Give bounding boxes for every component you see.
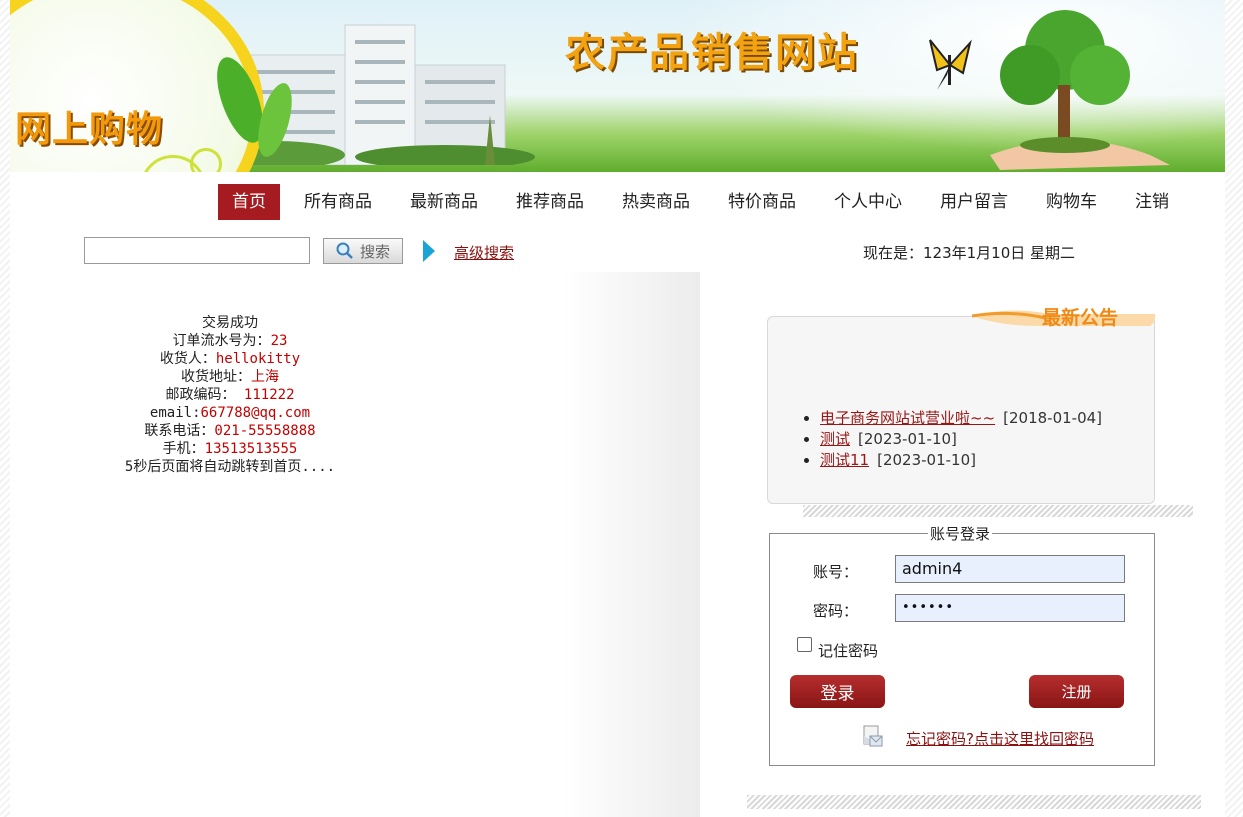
announcement-item: 电子商务网站试营业啦~~ [2018-01-04] [820, 408, 1102, 429]
announcement-date: [2023-01-10] [877, 451, 976, 469]
order-result-panel: 交易成功 订单流水号为：23 收货人：hellokitty 收货地址：上海 邮政… [10, 272, 700, 817]
remember-label: 记住密码 [818, 642, 879, 660]
current-date: 现在是：123年1月10日 星期二 [863, 244, 1076, 262]
remember-checkbox[interactable] [797, 637, 812, 652]
redirect-note: 5秒后页面将自动跳转到首页.... [124, 459, 336, 475]
mobile: 13513513555 [204, 441, 298, 457]
order-number: 23 [270, 333, 288, 349]
nav-item-new-products[interactable]: 最新商品 [396, 184, 492, 220]
receipt-order-row: 订单流水号为：23 [172, 333, 288, 349]
nav-item-home[interactable]: 首页 [218, 184, 280, 220]
receipt-receiver-row: 收货人：hellokitty [159, 351, 301, 367]
receipt-phone-row: 联系电话：021-55558888 [144, 423, 316, 439]
announcement-title: 最新公告 [1042, 307, 1119, 329]
arrow-right-icon [423, 240, 435, 262]
search-button[interactable]: 搜索 [323, 238, 403, 264]
nav-item-messages[interactable]: 用户留言 [926, 184, 1022, 220]
advanced-search-link[interactable]: 高级搜索 [454, 242, 514, 263]
page: 网上购物 农产品销售网站 首页 所有商品 最新商品 推荐商品 热卖商品 特价商品… [10, 0, 1225, 817]
password-label: 密码： [813, 602, 859, 620]
nav-item-logout[interactable]: 注销 [1121, 184, 1183, 220]
receipt-mobile-row: 手机：13513513555 [162, 441, 298, 457]
nav-item-special-price[interactable]: 特价商品 [714, 184, 810, 220]
receipt-address-row: 收货地址：上海 [181, 369, 279, 385]
receipt-title: 交易成功 [202, 315, 258, 331]
order-receipt: 交易成功 订单流水号为：23 收货人：hellokitty 收货地址：上海 邮政… [10, 314, 450, 476]
nav-item-all-products[interactable]: 所有商品 [290, 184, 386, 220]
email: 667788@qq.com [200, 405, 311, 421]
receipt-email-row: email:667788@qq.com [149, 405, 311, 421]
magnifier-icon [336, 242, 353, 259]
site-title: 农产品销售网站 [565, 30, 859, 76]
announcement-item: 测试11 [2023-01-10] [820, 450, 1102, 471]
account-label: 账号： [813, 563, 859, 581]
announcement-date: [2023-01-10] [858, 430, 957, 448]
announcement-link[interactable]: 电子商务网站试营业啦~~ [820, 409, 995, 427]
mail-icon [863, 725, 883, 747]
phone: 021-55558888 [214, 423, 316, 439]
password-input[interactable]: •••••• [895, 594, 1125, 622]
announcement-item: 测试 [2023-01-10] [820, 429, 1102, 450]
receiver-address: 上海 [251, 369, 279, 385]
receipt-postcode-row: 邮政编码： 111222 [165, 387, 295, 403]
search-input[interactable] [84, 237, 310, 264]
login-legend: 账号登录 [930, 525, 991, 543]
register-button[interactable]: 注册 [1029, 675, 1124, 708]
receiver-name: hellokitty [215, 351, 301, 367]
login-button[interactable]: 登录 [790, 675, 885, 708]
divider-hatch [747, 795, 1201, 809]
account-input[interactable]: admin4 [895, 555, 1125, 583]
butterfly-icon [929, 39, 972, 90]
nav-item-personal-center[interactable]: 个人中心 [820, 184, 916, 220]
announcement-link[interactable]: 测试11 [820, 451, 869, 469]
leaf-decoration [217, 57, 292, 157]
announcement-date: [2018-01-04] [1003, 409, 1103, 427]
main-nav: 首页 所有商品 最新商品 推荐商品 热卖商品 特价商品 个人中心 用户留言 购物… [218, 184, 1193, 220]
nav-item-recommended[interactable]: 推荐商品 [502, 184, 598, 220]
nav-item-hot-sale[interactable]: 热卖商品 [608, 184, 704, 220]
header-banner: 网上购物 农产品销售网站 [10, 0, 1225, 172]
tree-in-hand-illustration [990, 10, 1170, 170]
logo-text: 网上购物 [15, 109, 164, 150]
postcode: 111222 [243, 387, 295, 403]
search-button-label: 搜索 [359, 242, 390, 261]
forgot-password-link[interactable]: 忘记密码?点击这里找回密码 [906, 728, 1094, 749]
announcement-link[interactable]: 测试 [820, 430, 850, 448]
nav-item-cart[interactable]: 购物车 [1032, 184, 1111, 220]
divider-hatch [803, 505, 1193, 517]
announcement-list: 电子商务网站试营业啦~~[2018-01-04] 测试[2023-01-10] … [802, 408, 1102, 471]
